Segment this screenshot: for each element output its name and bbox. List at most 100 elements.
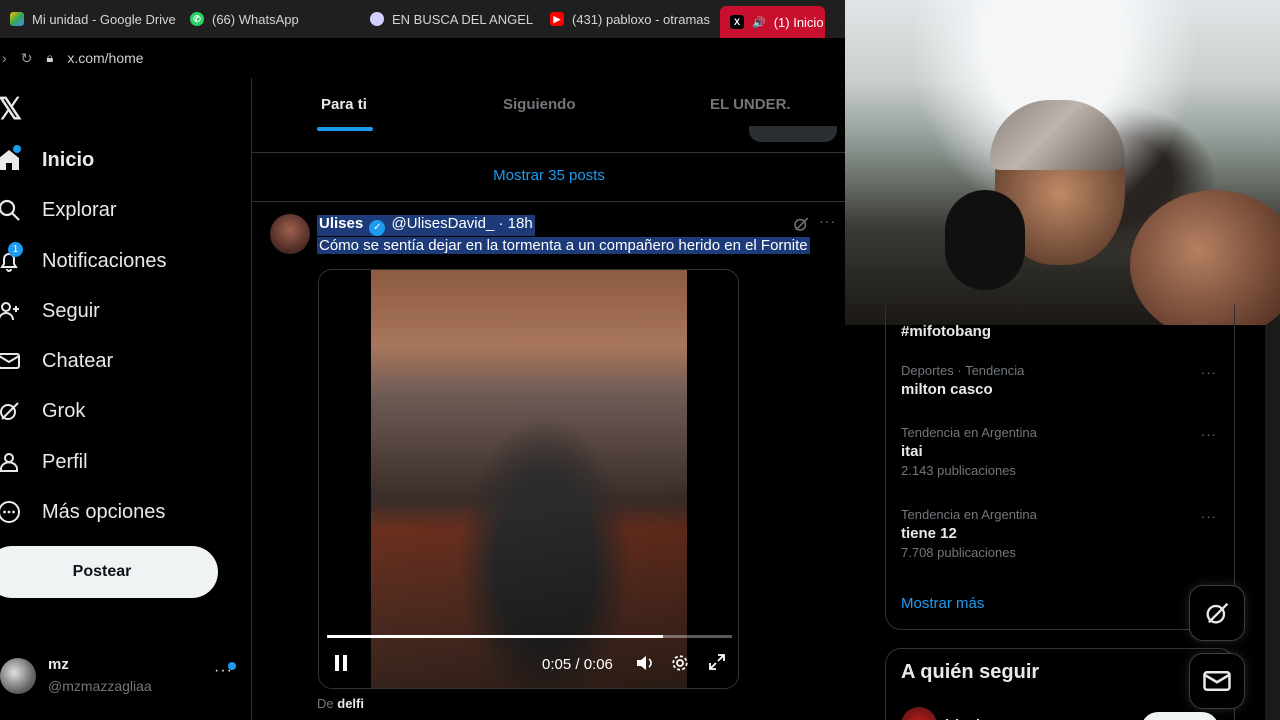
- trend-name: itai: [901, 443, 923, 460]
- post-text: Cómo se sentía dejar en la tormenta a un…: [317, 237, 810, 254]
- nav-item-grok[interactable]: Grok: [0, 391, 85, 431]
- trend-more-icon[interactable]: ···: [1201, 427, 1217, 442]
- suggested-user-name: irissita: [945, 717, 993, 720]
- follow-icon: [0, 298, 22, 324]
- who-to-follow-title: A quién seguir: [901, 661, 1040, 683]
- pause-icon[interactable]: [333, 654, 349, 676]
- nav-label: Explorar: [42, 198, 117, 221]
- trend-item[interactable]: Deportes · Tendencia milton casco: [901, 363, 1221, 398]
- trends-panel: #mifotobang Deportes · Tendencia milton …: [885, 305, 1235, 630]
- trend-top-tag[interactable]: #mifotobang: [901, 320, 1221, 340]
- tab-google-drive[interactable]: Mi unidad - Google Drive: [0, 0, 180, 38]
- tab-whatsapp[interactable]: ✆ (66) WhatsApp: [180, 0, 360, 38]
- show-new-posts-button[interactable]: Mostrar 35 posts: [252, 154, 846, 202]
- post[interactable]: Ulises ✓ @UlisesDavid_ · 18h Cómo se sen…: [252, 202, 846, 720]
- video-frame[interactable]: [371, 270, 687, 688]
- nav-label: Perfil: [42, 450, 88, 473]
- speaker-icon: 🔊: [752, 16, 766, 29]
- nav-item-explorar[interactable]: Explorar: [0, 190, 116, 230]
- nav-item-perfil[interactable]: Perfil: [0, 442, 88, 482]
- url-field[interactable]: x.com/home: [67, 50, 143, 66]
- tab-label: (431) pabloxo - otramas: [572, 11, 711, 27]
- browser-tab-bar: Mi unidad - Google Drive ✆ (66) WhatsApp…: [0, 0, 845, 38]
- grok-icon: [1206, 602, 1229, 624]
- trend-item[interactable]: Tendencia en Argentina tiene 12 7.708 pu…: [901, 507, 1221, 560]
- nav-item-notificaciones[interactable]: 1 Notificaciones: [0, 241, 167, 281]
- nav-label: Notificaciones: [42, 249, 167, 272]
- who-to-follow-panel: A quién seguir irissita: [885, 648, 1235, 720]
- post-more-icon[interactable]: ···: [819, 213, 836, 229]
- follow-button[interactable]: [1141, 712, 1219, 720]
- scrollbar[interactable]: [1265, 325, 1280, 720]
- lock-icon[interactable]: 🔒︎: [46, 50, 53, 66]
- tab-label: EN BUSCA DEL ANGEL: [392, 11, 534, 27]
- trend-meta: Deportes · Tendencia: [901, 363, 1025, 378]
- post-button[interactable]: Postear: [0, 546, 218, 598]
- tab-en-busca-del-angel[interactable]: EN BUSCA DEL ANGEL: [360, 0, 540, 38]
- webcam-overlay: [845, 0, 1280, 325]
- x-logo-icon[interactable]: 𝕏: [0, 92, 22, 127]
- account-switcher[interactable]: mz @mzmazzagliaa ···: [0, 648, 240, 704]
- main-feed: Para ti Siguiendo EL UNDER. Mostrar 35 p…: [251, 78, 846, 720]
- more-circle-icon: [0, 499, 22, 525]
- nav-item-seguir[interactable]: Seguir: [0, 291, 100, 331]
- reload-icon[interactable]: ↻: [21, 50, 33, 67]
- active-tab-indicator: [317, 127, 373, 131]
- post-author-avatar[interactable]: [270, 214, 310, 254]
- search-icon: [0, 197, 22, 223]
- trend-meta: Tendencia en Argentina: [901, 507, 1037, 522]
- suggested-user[interactable]: irissita: [901, 707, 993, 720]
- youtube-icon: ▶: [550, 12, 564, 26]
- nav-label: Más opciones: [42, 500, 166, 523]
- mail-icon: [0, 348, 22, 374]
- grok-icon: [0, 398, 22, 424]
- settings-gear-icon[interactable]: [671, 654, 689, 676]
- grok-icon[interactable]: [792, 215, 810, 238]
- trend-more-icon[interactable]: ···: [1201, 509, 1217, 524]
- avatar: [0, 658, 36, 694]
- unread-dot: [228, 662, 236, 670]
- fullscreen-icon[interactable]: [709, 654, 725, 674]
- tab-x-inicio[interactable]: X 🔊 (1) Inicio / X: [720, 6, 825, 38]
- account-handle: @mzmazzagliaa: [48, 678, 152, 694]
- post-author-name[interactable]: Ulises: [319, 215, 363, 232]
- account-name: mz: [48, 656, 69, 673]
- scroll-pill: [749, 126, 837, 142]
- video-source: De delfi: [317, 696, 364, 711]
- tab-siguiendo[interactable]: Siguiendo: [503, 96, 576, 113]
- tab-el-under[interactable]: EL UNDER.: [710, 96, 791, 113]
- tab-label: (1) Inicio / X: [773, 14, 825, 30]
- whatsapp-icon: ✆: [190, 12, 204, 26]
- notification-badge: 1: [8, 242, 23, 257]
- video-progress-fill: [327, 635, 664, 638]
- unread-dot: [13, 145, 21, 153]
- verified-badge-icon: ✓: [369, 220, 386, 236]
- disc-icon: [370, 12, 384, 26]
- show-more-link[interactable]: Mostrar más: [901, 595, 984, 612]
- source-prefix: De: [317, 696, 334, 711]
- tab-label: (66) WhatsApp: [212, 11, 299, 27]
- x-icon: X: [730, 15, 744, 29]
- nav-item-inicio[interactable]: Inicio: [0, 140, 94, 180]
- trend-more-icon[interactable]: ···: [1201, 365, 1217, 380]
- post-author-handle[interactable]: @UlisesDavid_: [392, 215, 495, 232]
- tab-para-ti[interactable]: Para ti: [321, 96, 367, 113]
- feed-tabs: Para ti Siguiendo EL UNDER.: [252, 78, 846, 153]
- nav-item-chatear[interactable]: Chatear: [0, 341, 113, 381]
- source-link[interactable]: delfi: [337, 696, 364, 711]
- trend-count: 7.708 publicaciones: [901, 545, 1016, 560]
- tab-youtube[interactable]: ▶ (431) pabloxo - otramas: [540, 0, 720, 38]
- volume-icon[interactable]: [635, 654, 655, 676]
- video-player[interactable]: 0:05 / 0:06: [318, 269, 739, 689]
- trend-item[interactable]: Tendencia en Argentina itai 2.143 public…: [901, 425, 1221, 478]
- video-progress-bar[interactable]: [327, 635, 732, 638]
- home-icon: [0, 145, 22, 173]
- trend-name: #mifotobang: [901, 323, 991, 340]
- trend-meta: Tendencia en Argentina: [901, 425, 1037, 440]
- grok-floating-button[interactable]: [1189, 585, 1245, 641]
- nav-item-mas-opciones[interactable]: Más opciones: [0, 492, 165, 532]
- forward-icon[interactable]: ›: [2, 50, 7, 66]
- trend-name: milton casco: [901, 381, 993, 398]
- messages-floating-button[interactable]: [1189, 653, 1245, 709]
- trend-count: 2.143 publicaciones: [901, 463, 1016, 478]
